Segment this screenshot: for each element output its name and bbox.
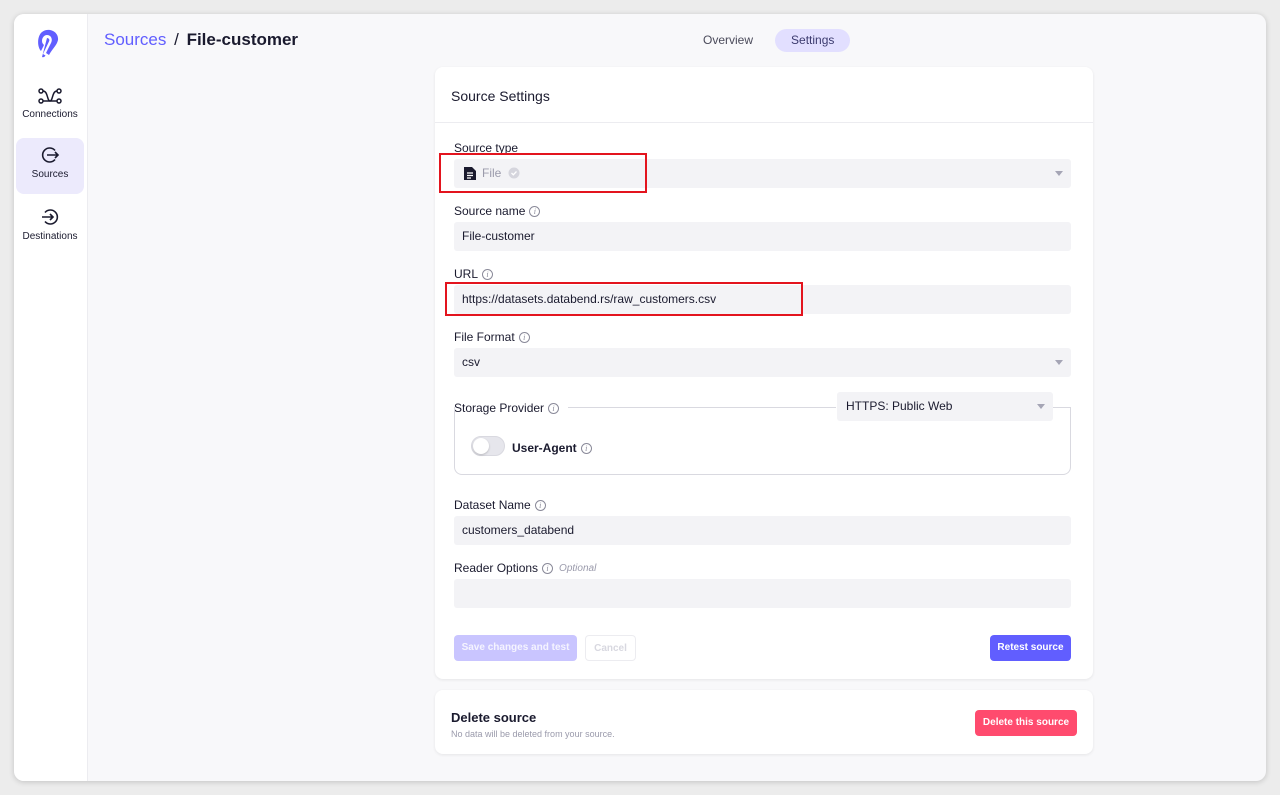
cancel-button[interactable]: Cancel <box>585 635 636 661</box>
delete-source-card: Delete source No data will be deleted fr… <box>435 690 1093 754</box>
url-label: URL i <box>454 267 494 281</box>
reader-options-label: Reader Options i Optional <box>454 561 596 575</box>
reader-options-label-text: Reader Options <box>454 561 539 575</box>
delete-source-title: Delete source <box>451 710 537 725</box>
page-title: File-customer <box>186 30 299 49</box>
file-icon <box>464 167 476 180</box>
dataset-name-label: Dataset Name i <box>454 498 546 512</box>
file-format-label: File Format i <box>454 330 530 344</box>
check-circle-icon <box>508 167 520 179</box>
tab-settings[interactable]: Settings <box>775 29 851 52</box>
toggle-knob <box>473 438 489 454</box>
delete-source-button[interactable]: Delete this source <box>975 710 1077 736</box>
source-name-input[interactable]: File-customer <box>454 222 1071 251</box>
url-label-text: URL <box>454 267 479 281</box>
connections-icon <box>38 88 62 104</box>
info-icon[interactable]: i <box>482 268 494 280</box>
dataset-name-label-text: Dataset Name <box>454 498 531 512</box>
sidebar-item-sources[interactable]: Sources <box>16 138 84 194</box>
user-agent-label: User-Agent i <box>512 441 592 455</box>
info-icon[interactable]: i <box>529 205 541 217</box>
url-input[interactable]: https://datasets.databend.rs/raw_custome… <box>454 285 1071 314</box>
source-type-label: Source type <box>454 141 518 155</box>
user-agent-label-text: User-Agent <box>512 441 577 455</box>
reader-options-input[interactable] <box>454 579 1071 608</box>
delete-source-subtitle: No data will be deleted from your source… <box>451 729 615 739</box>
destinations-icon <box>42 209 59 225</box>
file-format-label-text: File Format <box>454 330 515 344</box>
info-icon[interactable]: i <box>580 442 592 454</box>
divider <box>435 122 1093 123</box>
info-icon[interactable]: i <box>542 562 554 574</box>
airbyte-logo-icon[interactable] <box>34 28 62 60</box>
source-type-select[interactable]: File <box>454 159 1071 188</box>
retest-source-button[interactable]: Retest source <box>990 635 1071 661</box>
source-settings-card: Source Settings Source type File Source … <box>435 67 1093 679</box>
chevron-down-icon <box>1055 171 1063 176</box>
breadcrumb-sources-link[interactable]: Sources <box>104 30 166 49</box>
sidebar-item-connections[interactable]: Connections <box>16 80 84 136</box>
source-name-label: Source name i <box>454 204 541 218</box>
user-agent-toggle[interactable] <box>471 436 505 456</box>
chevron-down-icon <box>1055 360 1063 365</box>
card-title: Source Settings <box>451 88 550 104</box>
optional-tag: Optional <box>559 562 597 574</box>
sources-icon <box>41 147 60 163</box>
sidebar-item-label: Destinations <box>22 231 78 242</box>
tab-bar: Overview Settings <box>687 29 851 52</box>
file-format-select[interactable]: csv <box>454 348 1071 377</box>
info-icon[interactable]: i <box>534 499 546 511</box>
breadcrumb-separator: / <box>174 30 179 49</box>
app-window: Connections Sources Destinations Sources… <box>14 14 1266 781</box>
save-changes-button[interactable]: Save changes and test <box>454 635 577 661</box>
source-type-label-text: Source type <box>454 141 519 155</box>
sidebar-item-label: Sources <box>31 169 69 180</box>
source-name-label-text: Source name <box>454 204 526 218</box>
dataset-name-input[interactable]: customers_databend <box>454 516 1071 545</box>
sidebar: Connections Sources Destinations <box>14 14 88 781</box>
file-format-value: csv <box>462 355 480 369</box>
source-type-value: File <box>482 166 502 180</box>
tab-overview[interactable]: Overview <box>687 29 769 52</box>
sidebar-item-label: Connections <box>22 109 78 120</box>
info-icon[interactable]: i <box>518 331 530 343</box>
breadcrumb: Sources / File-customer <box>104 30 298 50</box>
sidebar-item-destinations[interactable]: Destinations <box>16 200 84 256</box>
